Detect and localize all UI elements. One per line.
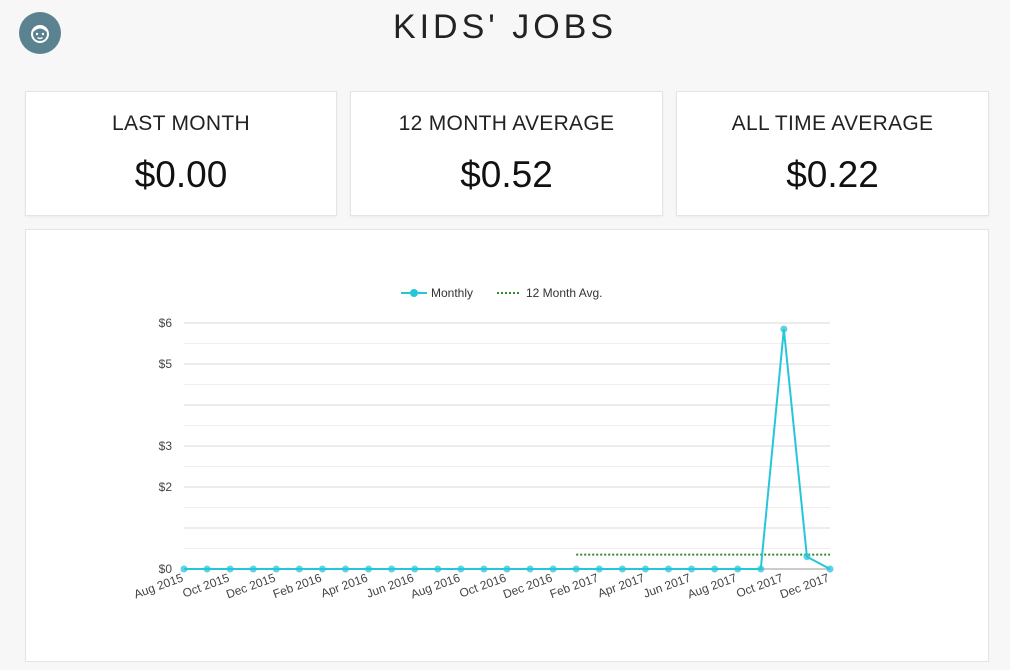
data-point-monthly bbox=[388, 565, 396, 573]
x-tick-label: Aug 2016 bbox=[409, 571, 462, 602]
data-point-monthly bbox=[595, 565, 603, 573]
stat-label: 12 MONTH AVERAGE bbox=[398, 112, 615, 135]
data-point-monthly bbox=[342, 565, 349, 573]
chart-series bbox=[180, 325, 834, 573]
data-point-monthly bbox=[434, 565, 442, 573]
data-point-monthly bbox=[203, 565, 211, 573]
data-point-monthly bbox=[757, 565, 765, 573]
data-point-monthly bbox=[249, 565, 257, 573]
x-tick-label: Jun 2016 bbox=[365, 571, 416, 601]
data-point-monthly bbox=[665, 565, 672, 573]
x-tick-label: Aug 2017 bbox=[686, 571, 739, 602]
data-point-monthly bbox=[688, 565, 696, 573]
y-tick-label: $5 bbox=[159, 357, 173, 371]
data-point-monthly bbox=[572, 565, 580, 573]
x-tick-label: Feb 2017 bbox=[548, 571, 601, 602]
chart-legend: Monthly 12 Month Avg. bbox=[401, 286, 603, 300]
data-point-monthly bbox=[180, 565, 188, 573]
stat-card-last-month: LAST MONTH $0.00 bbox=[25, 91, 337, 216]
stat-value: $0.52 bbox=[460, 154, 553, 195]
data-point-monthly bbox=[803, 553, 811, 561]
stat-value: $0.00 bbox=[134, 154, 228, 195]
y-tick-label: $2 bbox=[159, 480, 173, 494]
x-tick-label: Oct 2016 bbox=[457, 571, 508, 601]
data-point-monthly bbox=[618, 565, 626, 573]
data-point-monthly bbox=[503, 565, 511, 573]
stat-label: LAST MONTH bbox=[112, 112, 250, 135]
data-point-monthly bbox=[295, 565, 303, 573]
data-point-monthly bbox=[641, 565, 649, 573]
y-tick-label: $6 bbox=[159, 316, 173, 330]
monthly-earnings-chart: Monthly 12 Month Avg. $0$2$3$5$6 Aug 201… bbox=[132, 286, 834, 602]
series-line-monthly bbox=[184, 329, 831, 570]
data-point-monthly bbox=[318, 565, 326, 573]
data-point-monthly bbox=[549, 565, 557, 573]
x-tick-label: Dec 2017 bbox=[778, 571, 831, 602]
data-point-monthly bbox=[272, 565, 280, 573]
x-tick-label: Dec 2016 bbox=[501, 571, 554, 602]
data-point-monthly bbox=[457, 565, 465, 573]
chart-grid bbox=[184, 322, 830, 570]
data-point-monthly bbox=[480, 565, 488, 573]
legend-item-monthly[interactable]: Monthly bbox=[401, 286, 473, 300]
data-point-monthly bbox=[411, 565, 419, 573]
x-tick-label: Dec 2015 bbox=[224, 571, 277, 602]
page-title: KIDS' JOBS bbox=[392, 8, 618, 46]
y-axis: $0$2$3$5$6 bbox=[159, 316, 173, 576]
legend-label-monthly: Monthly bbox=[431, 286, 473, 300]
x-tick-label: Apr 2016 bbox=[319, 571, 370, 601]
data-point-monthly bbox=[526, 565, 534, 573]
x-tick-label: Oct 2015 bbox=[181, 571, 232, 601]
stat-label: ALL TIME AVERAGE bbox=[731, 112, 934, 135]
stat-value: $0.22 bbox=[786, 154, 879, 195]
data-point-monthly bbox=[734, 565, 742, 573]
y-tick-label: $3 bbox=[159, 439, 173, 453]
data-point-monthly bbox=[826, 565, 834, 573]
x-tick-label: Jun 2017 bbox=[641, 571, 692, 601]
x-tick-label: Feb 2016 bbox=[271, 571, 324, 602]
x-tick-label: Apr 2017 bbox=[596, 571, 647, 601]
data-point-monthly bbox=[780, 325, 788, 333]
legend-label-12-month-avg: 12 Month Avg. bbox=[526, 286, 603, 300]
data-point-monthly bbox=[711, 565, 719, 573]
stat-card-all-time-average: ALL TIME AVERAGE $0.22 bbox=[676, 91, 989, 216]
x-axis: Aug 2015Oct 2015Dec 2015Feb 2016Apr 2016… bbox=[132, 571, 831, 602]
x-tick-label: Oct 2017 bbox=[734, 571, 785, 601]
data-point-monthly bbox=[365, 565, 373, 573]
stat-card-12-month-average: 12 MONTH AVERAGE $0.52 bbox=[350, 91, 663, 216]
legend-item-12-month-avg[interactable]: 12 Month Avg. bbox=[497, 286, 603, 300]
chart-card: Monthly 12 Month Avg. $0 $2 $3 $5 $6 Aug 201… bbox=[25, 229, 989, 662]
data-point-monthly bbox=[226, 565, 234, 573]
